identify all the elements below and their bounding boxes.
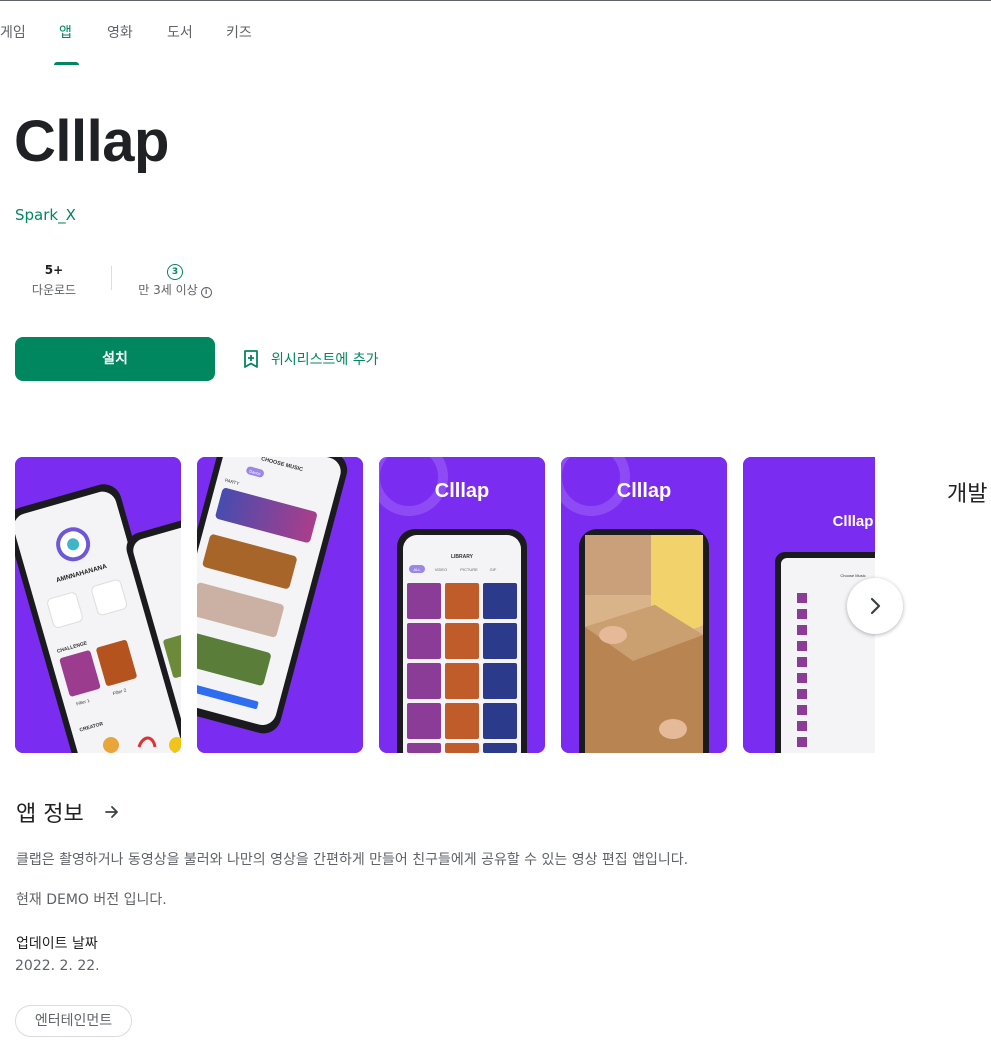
carousel-next-button[interactable]	[847, 578, 903, 634]
stat-divider	[111, 266, 112, 290]
rating-badge-wrap: 3	[133, 260, 217, 280]
screenshot-3-art: Clllap LIBRARY ALL VIDEO PICTURE GIF	[379, 457, 545, 753]
tab-movies[interactable]: 영화	[107, 22, 133, 42]
updated-label: 업데이트 날짜	[16, 936, 98, 952]
developer-link[interactable]: Spark_X	[15, 206, 76, 224]
active-tab-indicator	[54, 62, 79, 65]
screenshot-header-library: LIBRARY	[451, 554, 474, 560]
info-icon[interactable]: i	[200, 287, 212, 298]
category-chip[interactable]: 엔터테인먼트	[15, 1005, 132, 1037]
screenshot-3[interactable]: Clllap LIBRARY ALL VIDEO PICTURE GIF	[379, 457, 545, 753]
tab-kids[interactable]: 키즈	[226, 22, 252, 42]
rating-label-row: 만 3세 이상 i	[133, 281, 217, 298]
about-title: 앱 정보	[16, 802, 84, 827]
screenshot-header-choose: Choose Music	[840, 573, 865, 578]
bookmark-add-icon	[244, 350, 258, 368]
age-rating-icon: 3	[167, 264, 183, 280]
screenshot-carousel[interactable]: AMNNAHANANA CHALLENGE Filter 1 Filter 2 …	[15, 457, 875, 753]
tab-books[interactable]: 도서	[167, 22, 193, 42]
tab-games[interactable]: 게임	[0, 22, 26, 42]
app-title: Clllap	[14, 109, 169, 174]
category-tabs: 게임 앱 영화 도서 키즈	[0, 0, 991, 66]
downloads-label: 다운로드	[31, 283, 77, 297]
content-rating-stat: 3 만 3세 이상 i	[133, 260, 217, 298]
rating-label: 만 3세 이상	[138, 283, 198, 297]
screenshot-chip-video: VIDEO	[435, 567, 447, 572]
screenshot-4[interactable]: Clllap	[561, 457, 727, 753]
about-app-heading[interactable]: 앱 정보	[16, 796, 120, 828]
side-section-heading: 개발	[947, 482, 988, 507]
screenshot-2-art: CHOOSE MUSIC Dance PARTY	[197, 457, 363, 753]
screenshot-brand-text: Clllap	[617, 480, 671, 502]
downloads-value: 5+	[44, 263, 64, 277]
screenshot-chip-all: ALL	[413, 567, 421, 572]
wishlist-button[interactable]: 위시리스트에 추가	[243, 347, 379, 371]
screenshot-chip-gif: GIF	[490, 567, 497, 572]
arrow-right-icon	[104, 806, 118, 818]
screenshot-1[interactable]: AMNNAHANANA CHALLENGE Filter 1 Filter 2 …	[15, 457, 181, 753]
wishlist-label: 위시리스트에 추가	[271, 352, 379, 368]
chevron-right-icon	[870, 597, 881, 615]
tab-apps[interactable]: 앱	[59, 22, 72, 42]
screenshot-2[interactable]: CHOOSE MUSIC Dance PARTY	[197, 457, 363, 753]
screenshot-chip-picture: PICTURE	[460, 567, 478, 572]
screenshot-brand-text: Clllap	[833, 513, 874, 530]
screenshot-brand-text: Clllap	[435, 480, 489, 502]
install-button[interactable]: 설치	[15, 337, 215, 381]
demo-note: 현재 DEMO 버전 입니다.	[16, 892, 167, 908]
updated-date: 2022. 2. 22.	[15, 958, 100, 974]
screenshot-1-art: AMNNAHANANA CHALLENGE Filter 1 Filter 2 …	[15, 457, 181, 753]
app-description: 클랩은 촬영하거나 동영상을 불러와 나만의 영상을 간편하게 만들어 친구들에…	[16, 852, 689, 868]
screenshot-4-art: Clllap	[561, 457, 727, 753]
downloads-stat: 5+ 다운로드	[24, 260, 84, 298]
